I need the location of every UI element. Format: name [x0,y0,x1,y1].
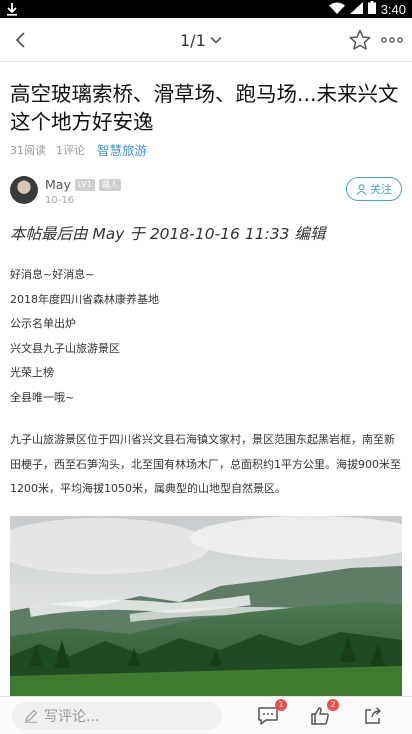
post-body: 好消息~好消息~ 2018年度四川省森林康养基地 公示名单出炉 兴文县九子山旅游… [10,266,405,413]
body-paragraph: 九子山旅游景区位于四川省兴文县石海镇文家村，景区范围东起黑岩框，南至新田梗子，西… [10,433,401,495]
body-line: 2018年度四川省森林康养基地 [10,292,159,306]
forum-link[interactable]: 智慧旅游 [97,140,147,159]
author-info[interactable]: May LV1 路人 [45,177,121,192]
page-indicator: 1/1 [180,30,206,50]
follow-label: 关注 [370,183,392,196]
view-count: 31阅读 [10,143,46,157]
chevron-down-icon [210,36,222,44]
page-selector[interactable]: 1/1 [180,29,222,51]
post-title: 高空玻璃索桥、滑草场、跑马场...未来兴文这个地方好安逸 [10,82,399,134]
top-nav-bar: 1/1 [0,18,412,62]
post-meta: 31阅读 1评论 智慧旅游 [10,140,157,159]
more-dots-icon [381,37,403,43]
battery-icon [367,1,376,18]
back-button[interactable] [6,26,34,54]
follow-button[interactable]: 关注 [346,177,402,201]
body-line: 兴文县九子山旅游景区 [10,341,120,355]
like-count-badge: 2 [327,699,339,711]
favorite-button[interactable] [348,28,372,52]
status-bar: 3:40 [0,0,412,18]
status-time: 3:40 [380,1,406,17]
user-icon [356,183,367,195]
comment-count-text: 1评论 [56,143,85,157]
edit-note: 本帖最后由 May 于 2018-10-16 11:33 编辑 [10,225,326,243]
wifi-icon [328,2,345,18]
thumbs-up-icon [311,707,329,725]
scenic-mountain-photo[interactable] [10,516,402,696]
body-line: 公示名单出炉 [10,317,76,330]
chevron-left-icon [15,32,25,48]
star-icon [349,29,371,50]
share-button[interactable] [360,703,386,729]
author-avatar[interactable] [10,176,38,204]
body-line: 好消息~好消息~ [10,268,95,281]
comment-placeholder: 写评论... [44,709,100,725]
body-line: 全县唯一哦~ [10,390,75,404]
signal-icon [349,1,363,18]
comment-input[interactable]: 写评论... [12,702,222,730]
level-badge: LV1 [74,178,95,191]
share-icon [365,707,381,724]
pencil-icon [25,709,38,723]
comment-count-badge: 1 [275,699,287,711]
comments-button[interactable]: 1 [255,699,287,729]
post-date: 10-16 [45,195,75,206]
body-line: 光荣上榜 [10,366,54,379]
more-button[interactable] [379,28,405,52]
role-badge: 路人 [98,178,121,191]
like-button[interactable]: 2 [307,699,339,729]
bottom-action-bar: 写评论... 1 2 [0,696,412,734]
author-name: May [45,177,71,192]
